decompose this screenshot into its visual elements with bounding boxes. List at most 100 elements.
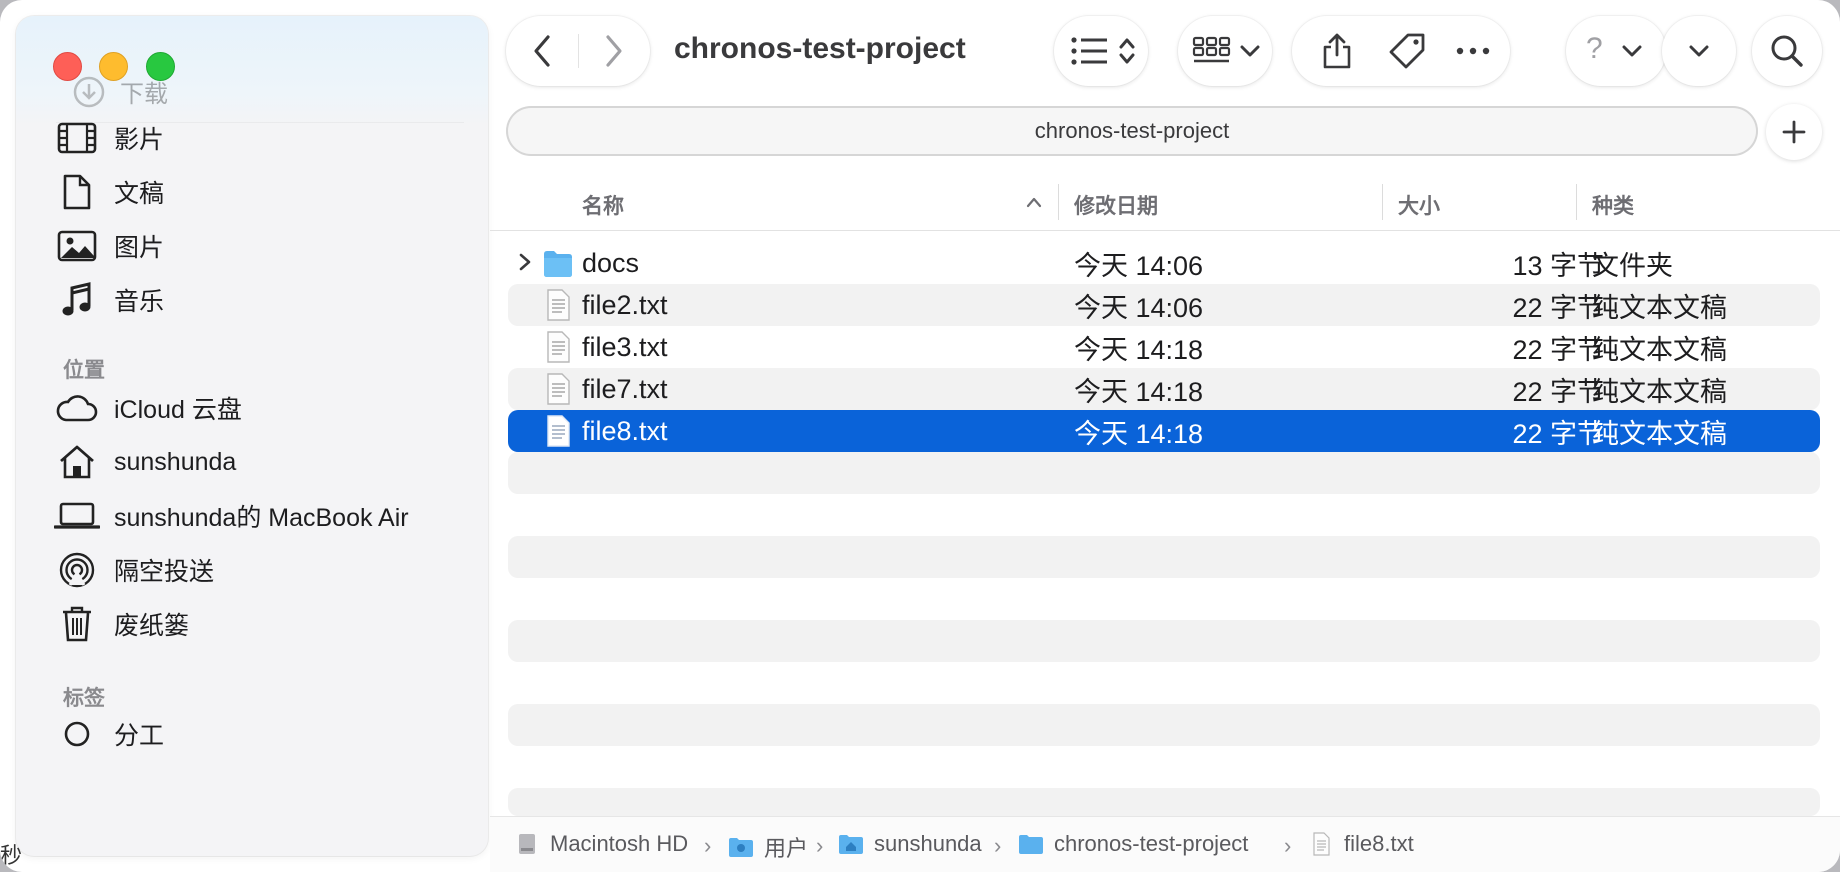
file-date: 今天 14:06 — [1074, 292, 1204, 323]
file-name: file2.txt — [582, 289, 668, 320]
column-header-name[interactable]: 名称 — [582, 190, 624, 220]
file-date: 今天 14:18 — [1074, 376, 1204, 407]
view-options-button[interactable] — [1054, 16, 1148, 86]
path-crumb-macintosh-hd[interactable]: Macintosh HD — [514, 831, 688, 857]
back-button[interactable] — [506, 16, 578, 86]
column-header-size[interactable]: 大小 — [1398, 190, 1440, 220]
sidebar-item-pictures[interactable]: 图片 — [52, 220, 164, 272]
column-divider[interactable] — [1382, 184, 1383, 220]
file-row-file2[interactable]: file2.txt 今天 14:06 22 字节 纯文本文稿 — [508, 284, 1820, 326]
path-crumb-file8[interactable]: file8.txt — [1308, 831, 1414, 857]
chevron-right-icon: › — [1284, 833, 1292, 858]
sidebar-item-documents[interactable]: 文稿 — [52, 166, 164, 218]
tag-button[interactable] — [1376, 16, 1438, 86]
home-folder-icon — [839, 835, 863, 854]
file-size: 13 字节 — [1512, 250, 1604, 281]
file-row-docs[interactable]: docs 今天 14:06 13 字节 文件夹 — [508, 242, 1820, 284]
file-row-file3[interactable]: file3.txt 今天 14:18 22 字节 纯文本文稿 — [508, 326, 1820, 368]
chevron-right-icon: › — [704, 833, 712, 858]
empty-row — [508, 452, 1820, 494]
sidebar-header-tint — [16, 16, 488, 126]
sidebar-item-music[interactable]: 音乐 — [52, 274, 164, 326]
download-icon — [73, 76, 105, 107]
sidebar-item-label: 影片 — [114, 126, 165, 154]
chevron-right-icon — [606, 35, 622, 67]
search-icon — [1771, 35, 1803, 67]
text-file-icon — [547, 415, 570, 447]
cloud-icon — [52, 388, 102, 428]
overflow-menu-button[interactable] — [1662, 16, 1736, 86]
text-file-icon — [547, 289, 570, 321]
disclosure-triangle-icon[interactable] — [518, 252, 532, 272]
empty-row — [508, 536, 1820, 578]
hard-drive-icon — [519, 834, 535, 854]
action-group — [1292, 16, 1510, 86]
path-crumb-project[interactable]: chronos-test-project — [1018, 831, 1248, 857]
file-kind: 纯文本文稿 — [1592, 418, 1727, 449]
text-file-icon — [547, 331, 570, 363]
search-button[interactable] — [1752, 16, 1822, 86]
file-row-file8[interactable]: file8.txt 今天 14:18 22 字节 纯文本文稿 — [508, 410, 1820, 452]
crumb-label: sunshunda — [874, 831, 982, 856]
group-button[interactable] — [1178, 16, 1272, 86]
column-divider[interactable] — [1576, 184, 1577, 220]
file-name: file3.txt — [582, 331, 668, 362]
path-tab[interactable]: chronos-test-project — [506, 106, 1758, 156]
sidebar-item-label: 图片 — [114, 234, 165, 262]
chevron-right-icon: › — [994, 833, 1002, 858]
sidebar-item-label: 音乐 — [114, 288, 165, 316]
folder-icon — [729, 838, 753, 857]
sidebar-item-airdrop[interactable]: 隔空投送 — [52, 544, 214, 596]
more-button[interactable] — [1442, 16, 1504, 86]
sidebar: 下载 影片 文稿 图片 音乐 位置 iCloud 云盘 sunshunda su… — [16, 16, 488, 856]
sidebar-item-label: 隔空投送 — [114, 558, 215, 586]
tag-icon — [1389, 33, 1425, 69]
edge-glyph: 秒 — [0, 843, 23, 868]
share-button[interactable] — [1306, 16, 1368, 86]
help-menu-button[interactable]: ? — [1566, 16, 1666, 86]
photo-icon — [52, 226, 102, 266]
chevron-right-icon: › — [816, 833, 824, 858]
sidebar-item-tag-fengong[interactable]: 分工 — [52, 708, 164, 760]
file-name: file7.txt — [582, 373, 668, 404]
file-size: 22 字节 — [1512, 376, 1604, 407]
sidebar-item-label: 废纸篓 — [114, 612, 190, 640]
finder-window: 下载 影片 文稿 图片 音乐 位置 iCloud 云盘 sunshunda su… — [0, 0, 1840, 872]
grid-group-icon — [1192, 36, 1231, 63]
chevron-down-icon — [1622, 45, 1642, 57]
file-name: file8.txt — [582, 415, 668, 446]
tag-circle-icon — [52, 714, 102, 754]
chevron-down-icon — [1689, 45, 1709, 57]
home-icon — [52, 442, 102, 482]
forward-button[interactable] — [578, 16, 650, 86]
column-header-kind[interactable]: 种类 — [1592, 190, 1634, 220]
new-tab-button[interactable] — [1766, 104, 1822, 160]
sidebar-item-movies[interactable]: 影片 — [52, 112, 164, 164]
sidebar-item-trash[interactable]: 废纸篓 — [52, 598, 189, 650]
path-crumb-users[interactable]: 用户 — [728, 831, 808, 863]
column-header-date[interactable]: 修改日期 — [1074, 190, 1158, 220]
column-divider[interactable] — [1058, 184, 1059, 220]
crumb-label: file8.txt — [1344, 831, 1414, 856]
sidebar-item-macbook[interactable]: sunshunda的 MacBook Air — [52, 490, 409, 542]
file-row-file7[interactable]: file7.txt 今天 14:18 22 字节 纯文本文稿 — [508, 368, 1820, 410]
sidebar-item-downloads[interactable]: 下载 — [72, 74, 168, 109]
file-size: 22 字节 — [1512, 334, 1604, 365]
sidebar-item-label: iCloud 云盘 — [114, 396, 242, 424]
sidebar-item-label: sunshunda的 MacBook Air — [114, 504, 409, 532]
path-crumb-home[interactable]: sunshunda — [838, 831, 982, 857]
sidebar-item-label: 文稿 — [114, 180, 165, 208]
sidebar-item-home[interactable]: sunshunda — [52, 436, 236, 488]
sidebar-item-label: 分工 — [114, 722, 165, 750]
folder-icon — [1019, 835, 1043, 854]
sidebar-item-label: 下载 — [120, 81, 168, 108]
folder-icon — [544, 251, 572, 277]
file-date: 今天 14:18 — [1074, 418, 1204, 449]
text-file-icon — [1313, 832, 1330, 856]
trash-icon — [52, 604, 102, 644]
chevron-down-icon — [1240, 45, 1260, 57]
header-divider — [490, 230, 1840, 231]
sidebar-item-icloud[interactable]: iCloud 云盘 — [52, 382, 242, 434]
empty-row — [508, 704, 1820, 746]
document-icon — [52, 172, 102, 212]
